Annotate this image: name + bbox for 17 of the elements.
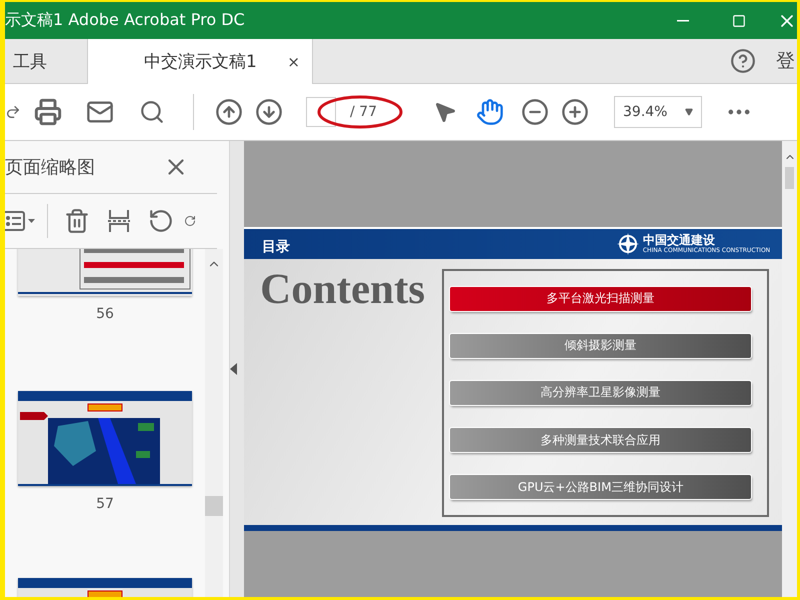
zoom-dropdown[interactable]: 39.4% xyxy=(614,96,702,128)
window-title: 示文稿1 Adobe Acrobat Pro DC xyxy=(5,10,246,31)
panel-title: 页面缩略图 xyxy=(5,156,95,179)
contents-item: 高分辨率卫星影像测量 xyxy=(450,380,752,405)
tab[interactable]: 中交演示文稿1 × xyxy=(88,39,313,84)
contents-item: 倾斜摄影测量 xyxy=(450,334,752,358)
contents-item: 多种测量技术联合应用 xyxy=(450,428,752,452)
contents-item: GPU云+公路BIM三维协同设计 xyxy=(450,475,752,500)
page-number: 56 xyxy=(96,306,114,322)
logo-text: 中国交通建设 xyxy=(642,234,716,247)
page-number: 57 xyxy=(96,496,114,512)
slide-header: 目录 xyxy=(262,238,290,256)
contents-item: 多平台激光扫描测量 xyxy=(450,286,752,311)
tab-close-button[interactable]: × xyxy=(287,52,300,70)
slide-title: Contents xyxy=(260,267,426,315)
page-count: / 77 xyxy=(349,104,378,120)
login-button[interactable]: 登 xyxy=(762,39,797,83)
